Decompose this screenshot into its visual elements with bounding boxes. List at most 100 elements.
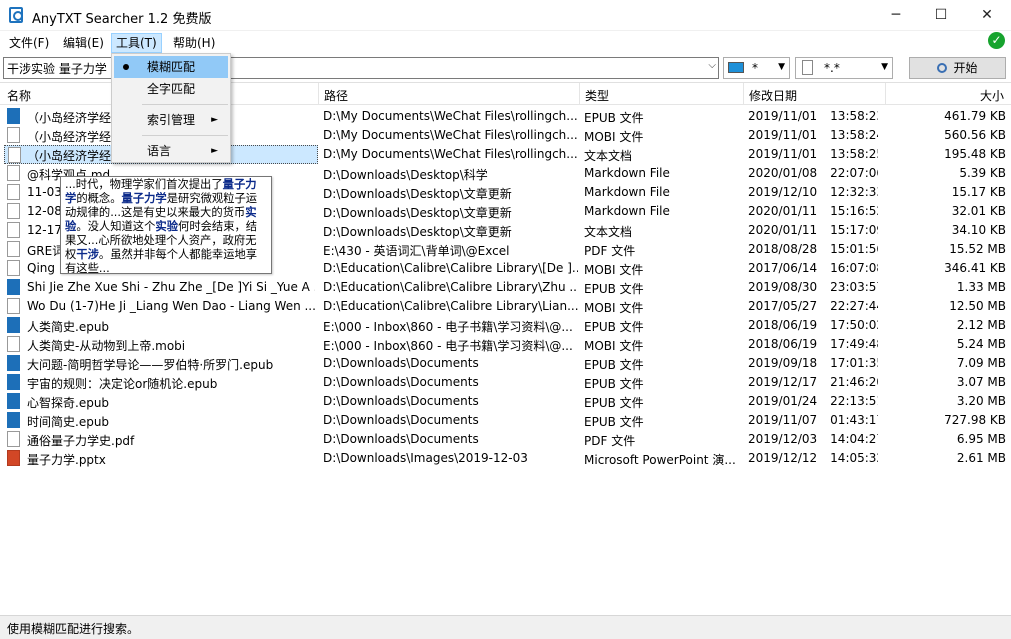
table-row[interactable]: 量子力学.pptx D:\Downloads\Images\2019-12-03 M…	[0, 449, 1011, 468]
file-date-time: 22:07:06	[830, 166, 878, 180]
file-size: 3.07 MB	[956, 375, 1006, 389]
menu-option-index-manage[interactable]: 索引管理 ►	[114, 109, 228, 131]
submenu-arrow-icon: ►	[211, 115, 218, 125]
menu-option-label: 全字匹配	[147, 82, 196, 96]
menu-option-language[interactable]: 语言 ►	[114, 140, 228, 162]
menu-edit[interactable]: 编辑(E)	[59, 33, 108, 53]
file-date-time: 15:16:52	[830, 204, 878, 218]
file-date-time: 16:07:08	[830, 261, 878, 275]
column-divider[interactable]	[885, 83, 886, 105]
column-header-size[interactable]: 大小	[980, 87, 1004, 104]
file-date-day: 2019/09/18	[748, 356, 818, 370]
scope-select[interactable]: * ▼	[723, 57, 790, 79]
file-date-day: 2018/06/19	[748, 318, 818, 332]
file-path: D:\Education\Calibre\Calibre Library\Lia…	[323, 299, 578, 313]
dropdown-arrow-icon: ▼	[778, 62, 785, 72]
table-row[interactable]: 大问题-简明哲学导论——罗伯特·所罗门.epub D:\Downloads\Doc…	[0, 354, 1011, 373]
file-date-time: 01:43:17	[830, 413, 878, 427]
file-date: 2017/05/27 22:27:44	[748, 299, 878, 313]
file-date-day: 2020/01/11	[748, 204, 818, 218]
file-date: 2019/11/01 13:58:23	[748, 109, 878, 123]
close-button[interactable]: ✕	[964, 0, 1010, 31]
file-date-time: 17:50:02	[830, 318, 878, 332]
column-header-date[interactable]: 修改日期	[749, 87, 797, 104]
app-search-icon	[9, 7, 23, 23]
file-type: MOBI 文件	[584, 301, 644, 315]
file-date: 2018/06/19 17:49:48	[748, 337, 878, 351]
column-divider[interactable]	[743, 83, 744, 105]
preview-text: ...时代，物理学家们首次提出了	[65, 178, 223, 191]
menu-tools[interactable]: 工具(T)	[111, 33, 162, 53]
table-row[interactable]: Wo Du (1-7)He Ji _Liang Wen Dao - Liang …	[0, 297, 1011, 316]
file-path: D:\Downloads\Documents	[323, 375, 479, 389]
file-date-time: 14:04:27	[830, 432, 878, 446]
preview-keyword: 干涉	[76, 248, 99, 261]
file-date: 2019/12/12 14:05:32	[748, 451, 878, 465]
file-date: 2019/12/10 12:32:33	[748, 185, 878, 199]
status-text: 使用模糊匹配进行搜索。	[7, 622, 140, 636]
menu-file[interactable]: 文件(F)	[5, 33, 53, 53]
file-date: 2019/12/17 21:46:20	[748, 375, 878, 389]
file-date-day: 2018/06/19	[748, 337, 818, 351]
file-date-day: 2019/12/12	[748, 451, 818, 465]
file-type: MOBI 文件	[584, 130, 644, 144]
table-row[interactable]: 人类简史.epub E:\000 - Inbox\860 - 电子书籍\学习资料\…	[0, 316, 1011, 335]
table-row[interactable]: 人类简史-从动物到上帝.mobi E:\000 - Inbox\860 - 电子书…	[0, 335, 1011, 354]
table-row[interactable]: 宇宙的规则：决定论or随机论.epub D:\Downloads\Document…	[0, 373, 1011, 392]
chevron-down-icon[interactable]: ⌵	[708, 60, 716, 71]
file-size: 560.56 KB	[944, 128, 1006, 142]
column-header-name[interactable]: 名称	[7, 87, 31, 104]
file-name: 宇宙的规则：决定论or随机论.epub	[27, 377, 218, 391]
file-type: EPUB 文件	[584, 415, 644, 429]
file-date-day: 2020/01/08	[748, 166, 818, 180]
file-date: 2017/06/14 16:07:08	[748, 261, 878, 275]
file-date-day: 2019/11/01	[748, 128, 818, 142]
file-date-time: 13:58:25	[830, 147, 878, 161]
file-date-day: 2017/05/27	[748, 299, 818, 313]
table-row[interactable]: 通俗量子力学史.pdf D:\Downloads\Documents PDF 文件 2…	[0, 430, 1011, 449]
file-path: D:\Downloads\Documents	[323, 394, 479, 408]
start-search-button[interactable]: 开始	[909, 57, 1006, 79]
preview-keyword: 量子力学	[121, 192, 167, 205]
file-path: D:\My Documents\WeChat Files\rollingch..…	[323, 109, 578, 123]
table-row[interactable]: 心智探奇.epub D:\Downloads\Documents EPUB 文件 20…	[0, 392, 1011, 411]
column-divider[interactable]	[318, 83, 319, 105]
file-type: MOBI 文件	[584, 263, 644, 277]
menu-help[interactable]: 帮助(H)	[169, 33, 219, 53]
file-path: D:\Education\Calibre\Calibre Library\Zhu…	[323, 280, 578, 294]
file-size: 15.52 MB	[949, 242, 1006, 256]
epub-file-icon	[7, 279, 20, 295]
file-name: Shi Jie Zhe Xue Shi - Zhu Zhe _[De ]Yi S…	[27, 280, 315, 294]
pptx-file-icon	[7, 450, 20, 466]
minimize-button[interactable]: ─	[873, 0, 919, 31]
file-name: 人类简史-从动物到上帝.mobi	[27, 339, 186, 353]
file-type: EPUB 文件	[584, 111, 644, 125]
file-date-time: 21:46:20	[830, 375, 878, 389]
maximize-button[interactable]: ☐	[918, 0, 964, 31]
file-date: 2019/12/03 14:04:27	[748, 432, 878, 446]
preview-keyword: 实验	[155, 220, 179, 233]
column-divider[interactable]	[579, 83, 580, 105]
filter-value: *.*	[824, 61, 840, 75]
status-ok-icon[interactable]: ✓	[988, 32, 1005, 49]
column-header-path[interactable]: 路径	[324, 87, 348, 104]
file-path: E:\000 - Inbox\860 - 电子书籍\学习资料\@...	[323, 320, 573, 334]
file-type: 文本文档	[584, 149, 633, 163]
preview-text: 的概念。	[76, 192, 122, 205]
column-header-type[interactable]: 类型	[585, 87, 609, 104]
table-row[interactable]: Shi Jie Zhe Xue Shi - Zhu Zhe _[De ]Yi S…	[0, 278, 1011, 297]
menu-option-fuzzy-match[interactable]: 模糊匹配	[114, 56, 228, 78]
status-bar: 使用模糊匹配进行搜索。	[0, 615, 1011, 639]
table-row[interactable]: 时间简史.epub D:\Downloads\Documents EPUB 文件 20…	[0, 411, 1011, 430]
file-path: D:\Downloads\Desktop\科学	[323, 168, 488, 182]
file-type: EPUB 文件	[584, 358, 644, 372]
file-size: 727.98 KB	[944, 413, 1006, 427]
file-date-time: 15:17:09	[830, 223, 878, 237]
file-date-day: 2020/01/11	[748, 223, 818, 237]
file-filter-select[interactable]: *.* ▼	[795, 57, 893, 79]
file-date-day: 2019/11/01	[748, 109, 818, 123]
menu-option-whole-word[interactable]: 全字匹配	[114, 78, 228, 100]
file-date: 2019/11/07 01:43:17	[748, 413, 878, 427]
preview-text: 。没人知道这个	[76, 220, 156, 233]
file-path: D:\My Documents\WeChat Files\rollingch..…	[323, 147, 578, 161]
